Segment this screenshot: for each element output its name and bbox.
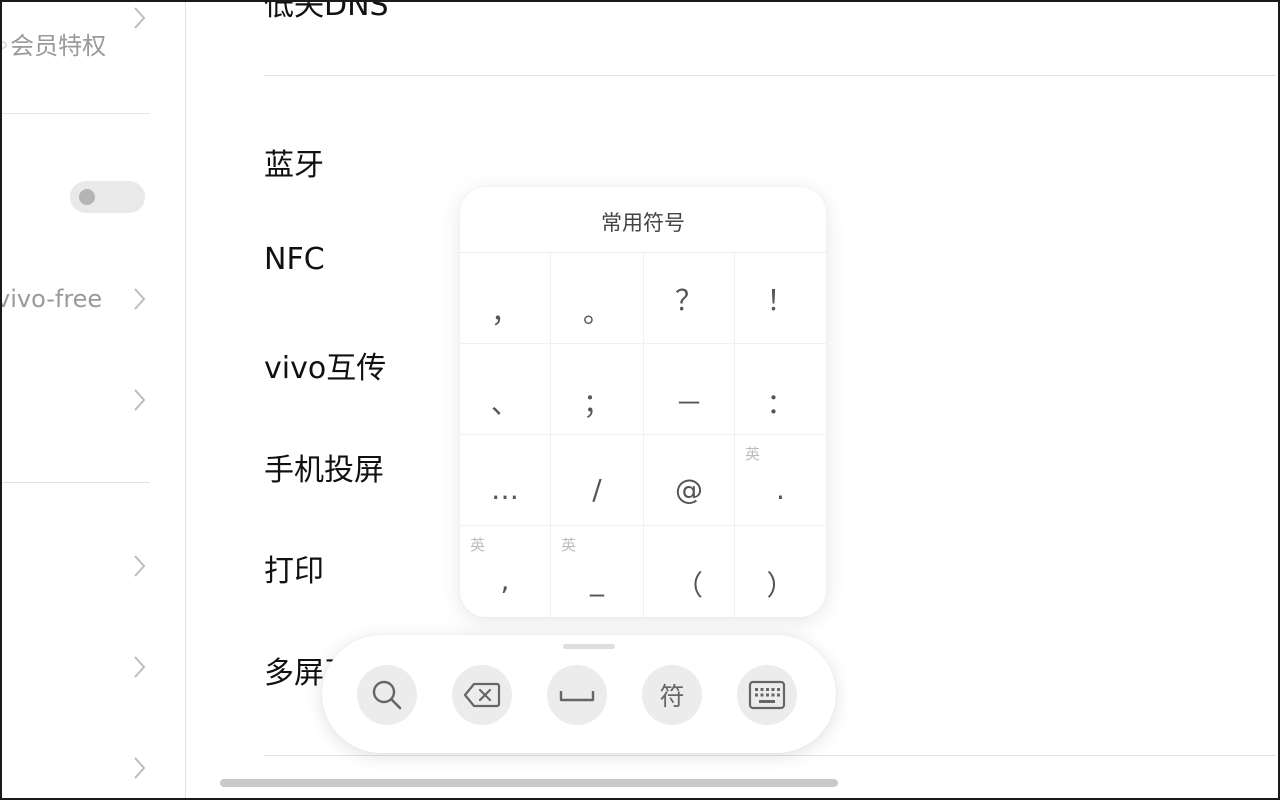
symbol-character: ？ bbox=[674, 284, 703, 317]
symbol-character: , bbox=[500, 564, 510, 597]
symbol-character: 、 bbox=[490, 387, 519, 420]
chevron-right-icon[interactable] bbox=[132, 285, 146, 313]
symbol-key[interactable]: ！ bbox=[735, 253, 826, 344]
symbols-grid: ，。？！、；－：… / @ 英. 英, 英 _ （） bbox=[460, 253, 826, 617]
symbol-character: ； bbox=[582, 387, 611, 420]
horizontal-scrollbar[interactable] bbox=[220, 779, 838, 787]
symbol-key[interactable]: 英. bbox=[735, 435, 826, 526]
chevron-right-icon[interactable] bbox=[132, 386, 146, 414]
symbol-key[interactable]: / bbox=[551, 435, 644, 526]
symbol-character: （ bbox=[674, 569, 703, 602]
symbol-english-tag: 英 bbox=[470, 536, 486, 554]
symbol-character: ） bbox=[766, 569, 795, 602]
chevron-right-icon[interactable] bbox=[132, 653, 146, 681]
left-pane: ◦会员特权 vivo-free bbox=[0, 0, 186, 800]
symbol-key[interactable]: 。 bbox=[551, 253, 644, 344]
divider bbox=[0, 482, 150, 483]
wifi-name-label: vivo-free bbox=[0, 285, 103, 313]
symbol-key[interactable]: ， bbox=[460, 253, 551, 344]
symbol-character: ， bbox=[490, 296, 519, 329]
symbol-english-tag: 英 bbox=[561, 536, 577, 554]
symbol-key[interactable]: ？ bbox=[644, 253, 735, 344]
symbol-key[interactable]: @ bbox=[644, 435, 735, 526]
symbol-character: ！ bbox=[766, 284, 795, 317]
symbols-icon: 符 bbox=[659, 682, 685, 711]
symbol-character: . bbox=[776, 473, 785, 506]
member-privilege-label: ◦会员特权 bbox=[0, 32, 107, 60]
search-icon bbox=[372, 680, 402, 710]
symbol-character: … bbox=[491, 473, 519, 506]
symbol-character: 。 bbox=[582, 296, 611, 329]
divider bbox=[264, 755, 1276, 756]
toggle-knob bbox=[79, 189, 95, 205]
floating-keyboard-toolbar: 符 bbox=[322, 635, 836, 753]
symbol-key[interactable]: ； bbox=[551, 344, 644, 435]
chevron-right-icon[interactable] bbox=[132, 4, 146, 32]
common-symbols-panel: 常用符号 ，。？！、；－：… / @ 英. 英, 英 _ （） bbox=[460, 187, 826, 617]
symbol-english-tag: 英 bbox=[745, 445, 761, 463]
screen-cast-row[interactable]: 手机投屏 bbox=[264, 445, 384, 489]
chevron-right-icon[interactable] bbox=[132, 754, 146, 782]
symbol-key[interactable]: … bbox=[460, 435, 551, 526]
symbol-character: _ bbox=[590, 564, 604, 597]
backspace-icon bbox=[463, 682, 501, 708]
space-icon bbox=[559, 691, 595, 702]
bluetooth-row[interactable]: 蓝牙 bbox=[264, 140, 324, 184]
print-row[interactable]: 打印 bbox=[264, 546, 324, 590]
drag-handle[interactable] bbox=[563, 644, 615, 649]
symbols-button[interactable]: 符 bbox=[642, 665, 702, 725]
symbol-key[interactable]: 英 _ bbox=[551, 526, 644, 617]
keyboard-icon bbox=[748, 680, 786, 710]
symbol-key[interactable]: 、 bbox=[460, 344, 551, 435]
panel-title: 常用符号 bbox=[460, 187, 826, 253]
symbol-character: @ bbox=[675, 473, 703, 506]
space-button[interactable] bbox=[547, 665, 607, 725]
symbol-key[interactable]: ） bbox=[735, 526, 826, 617]
search-button[interactable] bbox=[357, 665, 417, 725]
chevron-right-icon[interactable] bbox=[132, 552, 146, 580]
divider bbox=[0, 113, 150, 114]
vivo-share-row[interactable]: vivo互传 bbox=[264, 343, 386, 387]
backspace-button[interactable] bbox=[452, 665, 512, 725]
symbol-character: ： bbox=[766, 387, 795, 420]
symbol-key[interactable]: － bbox=[644, 344, 735, 435]
symbol-key[interactable]: （ bbox=[644, 526, 735, 617]
divider bbox=[264, 75, 1276, 76]
symbol-key[interactable]: ： bbox=[735, 344, 826, 435]
nfc-row[interactable]: NFC bbox=[264, 242, 325, 277]
toggle-switch[interactable] bbox=[70, 181, 145, 213]
symbol-character: － bbox=[674, 387, 703, 420]
keyboard-button[interactable] bbox=[737, 665, 797, 725]
symbol-character: / bbox=[592, 473, 602, 506]
dns-row-label[interactable]: 低失DNS bbox=[264, 0, 389, 24]
symbol-key[interactable]: 英, bbox=[460, 526, 551, 617]
